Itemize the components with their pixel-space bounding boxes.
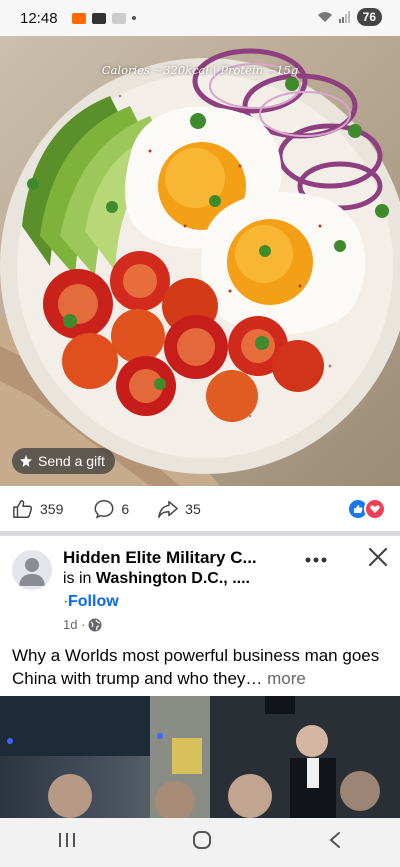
back-button[interactable]: [320, 823, 350, 862]
comment-bubble-icon: [94, 499, 114, 519]
breakfast-plate-illustration: [0, 48, 400, 486]
avatar[interactable]: [12, 550, 52, 590]
battery-indicator: 76: [356, 8, 382, 26]
like-count: 359: [40, 500, 64, 517]
comment-button[interactable]: 6: [93, 498, 129, 520]
share-button[interactable]: 35: [157, 498, 201, 520]
send-gift-label: Send a gift: [38, 453, 105, 469]
system-status: 76: [317, 8, 382, 26]
recent-apps-icon: [59, 833, 75, 847]
youtube-notification-icon: [91, 12, 106, 24]
location-prefix: is in: [63, 570, 96, 587]
post-time[interactable]: 1d ·: [63, 617, 85, 632]
location-line: is in Washington D.C., ....: [63, 570, 250, 588]
love-reaction-icon: [364, 497, 386, 520]
follow-button[interactable]: Follow: [68, 593, 119, 611]
close-icon: [368, 547, 388, 567]
next-post-card: Hidden Elite Military C... is in Washing…: [0, 536, 400, 696]
nutrition-caption: Calories ~320kcal | Protein ~15g: [101, 63, 299, 77]
news-notification-icon: [111, 12, 126, 24]
share-count: 35: [185, 500, 201, 517]
see-more-link[interactable]: more: [267, 669, 306, 688]
post-video-thumbnail[interactable]: [0, 696, 400, 818]
share-arrow-icon: [158, 500, 179, 518]
wifi-icon: [317, 12, 332, 22]
like-button[interactable]: 359: [12, 498, 63, 520]
system-nav-bar: [0, 818, 400, 867]
reactions-summary[interactable]: [347, 497, 386, 520]
default-profile-icon: [12, 550, 52, 590]
more-options-button[interactable]: [305, 546, 327, 569]
status-time: 12:48: [20, 9, 58, 27]
home-button[interactable]: [184, 822, 220, 863]
video-scene-illustration: [0, 696, 400, 818]
status-bar: 12:48 76: [0, 0, 400, 36]
send-gift-button[interactable]: Send a gift: [12, 448, 115, 474]
back-chevron-icon: [329, 832, 340, 848]
gift-icon: [20, 455, 32, 467]
recent-apps-button[interactable]: [50, 824, 84, 861]
globe-icon: [88, 618, 102, 631]
comment-count: 6: [121, 500, 130, 517]
watermark: @HealthyFitFacts: [158, 231, 227, 240]
more-notifications-dot-icon: [131, 16, 136, 20]
page-name[interactable]: Hidden Elite Military C...: [63, 548, 257, 568]
post-meta: 1d ·: [63, 617, 102, 632]
post-text: Why a Worlds most powerful business man …: [12, 644, 392, 690]
notification-icons: [71, 12, 136, 24]
post-text-body: Why a Worlds most powerful business man …: [12, 646, 380, 688]
hide-post-button[interactable]: [367, 546, 389, 573]
signal-icon: [338, 11, 350, 23]
more-dots-icon: [305, 557, 327, 563]
post-action-bar: 359 6 35: [0, 486, 400, 536]
home-circle-icon: [193, 831, 211, 849]
app-notification-icon: [71, 12, 86, 24]
post-photo[interactable]: Calories ~320kcal | Protein ~15g @Health…: [0, 36, 400, 486]
location-name[interactable]: Washington D.C., ....: [96, 570, 250, 587]
thumbs-up-icon: [13, 499, 33, 518]
